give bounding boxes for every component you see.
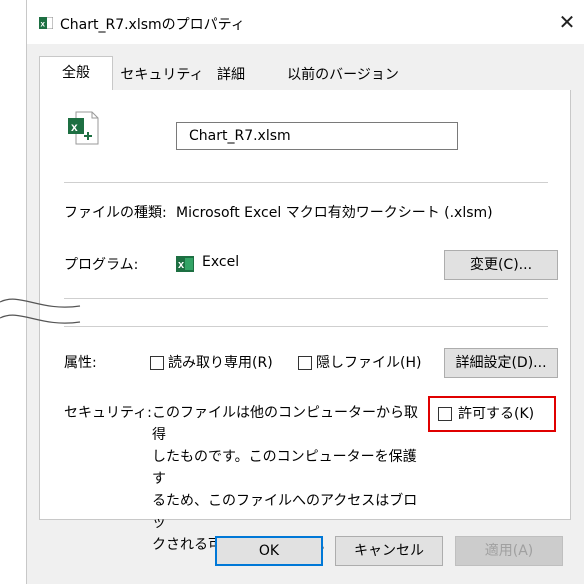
button-label: 変更(C)...	[469, 257, 533, 273]
tab-details[interactable]: 詳細	[207, 62, 255, 90]
hidden-checkbox[interactable]	[298, 356, 312, 370]
advanced-button[interactable]: 詳細設定(D)...	[444, 348, 558, 378]
program-value: Excel	[202, 254, 240, 270]
crop-wave-mark	[0, 298, 81, 324]
window-title: Chart_R7.xlsmのプロパティ	[60, 17, 245, 33]
security-line: したものです。このコンピューターを保護す	[152, 449, 417, 487]
close-icon: ✕	[558, 10, 576, 34]
program-label: プログラム:	[64, 257, 139, 273]
security-label: セキュリティ:	[64, 405, 152, 421]
button-label: 適用(A)	[484, 543, 534, 559]
tab-label: セキュリティ	[120, 67, 204, 83]
file-type-label: ファイルの種類:	[64, 205, 167, 221]
tab-label: 全般	[62, 65, 90, 81]
filename-field[interactable]: Chart_R7.xlsm	[176, 122, 458, 150]
security-line: このファイルは他のコンピューターから取得	[152, 405, 418, 443]
change-program-button[interactable]: 変更(C)...	[444, 250, 558, 280]
button-label: OK	[258, 543, 280, 559]
svg-text:x: x	[71, 120, 78, 134]
title-bar[interactable]: x Chart_R7.xlsmのプロパティ ✕	[27, 0, 584, 44]
readonly-checkbox[interactable]	[150, 356, 164, 370]
hidden-label[interactable]: 隠しファイル(H)	[316, 352, 421, 372]
svg-text:x: x	[178, 259, 185, 271]
separator	[64, 326, 548, 327]
security-message: このファイルは他のコンピューターから取得 したものです。このコンピューターを保護…	[152, 402, 430, 556]
tab-label: 詳細	[217, 67, 245, 83]
tab-general[interactable]: 全般	[39, 56, 113, 91]
button-label: キャンセル	[354, 543, 424, 559]
cancel-button[interactable]: キャンセル	[335, 536, 443, 566]
unblock-checkbox[interactable]	[438, 407, 452, 421]
readonly-label[interactable]: 読み取り専用(R)	[168, 352, 273, 372]
excel-file-icon: x	[39, 17, 53, 29]
excel-app-icon: x	[176, 256, 194, 272]
ok-button[interactable]: OK	[215, 536, 323, 566]
close-button[interactable]: ✕	[553, 8, 581, 36]
svg-text:x: x	[41, 20, 46, 29]
button-label: 詳細設定(D)...	[455, 355, 547, 371]
tab-previous-versions[interactable]: 以前のバージョン	[267, 62, 419, 90]
security-line: るため、このファイルへのアクセスはブロッ	[152, 493, 418, 531]
tab-label: 以前のバージョン	[287, 67, 399, 83]
separator	[64, 298, 548, 299]
unblock-label[interactable]: 許可する(K)	[458, 403, 534, 423]
file-type-value: Microsoft Excel マクロ有効ワークシート (.xlsm)	[176, 205, 493, 221]
tab-security[interactable]: セキュリティ	[113, 62, 211, 90]
apply-button[interactable]: 適用(A)	[455, 536, 563, 566]
separator	[64, 182, 548, 183]
excel-macro-file-icon: x	[68, 111, 99, 145]
attributes-label: 属性:	[64, 355, 97, 371]
